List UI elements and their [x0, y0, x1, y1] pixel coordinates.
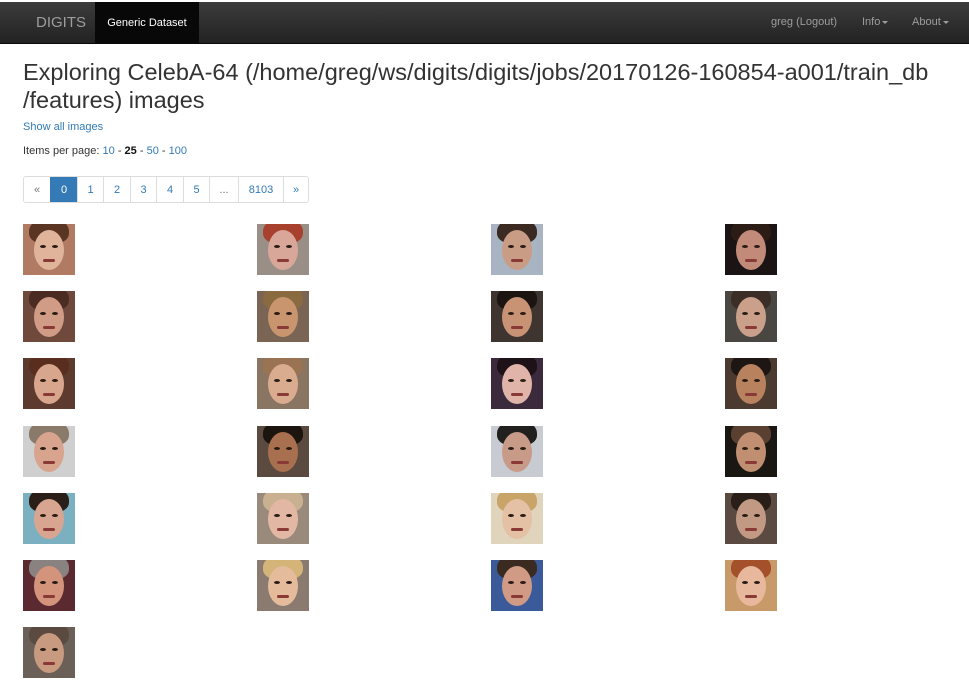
- face-image-thumbnail: [725, 560, 777, 611]
- face-image-thumbnail: [23, 224, 75, 275]
- face-image-thumbnail: [23, 627, 75, 678]
- items-per-page-25-selected: 25: [124, 145, 137, 157]
- brand-link[interactable]: DIGITS: [36, 14, 86, 31]
- face-image-thumbnail: [257, 493, 309, 544]
- face-image-thumbnail: [725, 224, 777, 275]
- nav-info-label: Info: [862, 16, 881, 28]
- pagination-page-4[interactable]: 4: [156, 177, 183, 202]
- nav-about-label: About: [912, 16, 941, 28]
- face-image-thumbnail: [725, 426, 777, 477]
- page-title: Exploring CelebA-64 (/home/greg/ws/digit…: [23, 58, 953, 114]
- face-image-thumbnail: [257, 291, 309, 342]
- face-image-thumbnail: [491, 291, 543, 342]
- face-image-thumbnail: [23, 291, 75, 342]
- face-image-thumbnail: [491, 560, 543, 611]
- separator: -: [161, 145, 166, 157]
- face-image-thumbnail: [23, 358, 75, 409]
- nav-about-dropdown[interactable]: About: [912, 16, 949, 28]
- show-all-images-link[interactable]: Show all images: [23, 121, 103, 133]
- face-image-thumbnail: [491, 493, 543, 544]
- pagination-page-0[interactable]: 0: [50, 177, 77, 202]
- pagination-ellipsis: ...: [209, 177, 238, 202]
- caret-down-icon: [882, 20, 889, 24]
- face-image-thumbnail: [257, 358, 309, 409]
- pagination-page-3[interactable]: 3: [130, 177, 156, 202]
- face-image-thumbnail: [725, 493, 777, 544]
- face-image-thumbnail: [491, 358, 543, 409]
- face-image-thumbnail: [491, 224, 543, 275]
- face-image-thumbnail: [725, 358, 777, 409]
- separator: -: [139, 145, 144, 157]
- pagination-next[interactable]: »: [283, 177, 308, 202]
- page-title-line1: Exploring CelebA-64 (/home/greg/ws/digit…: [23, 59, 929, 85]
- nav-info-dropdown[interactable]: Info: [862, 16, 889, 28]
- pagination-page-5[interactable]: 5: [183, 177, 209, 202]
- pagination-page-1[interactable]: 1: [77, 177, 103, 202]
- face-image-thumbnail: [257, 224, 309, 275]
- page-title-line2: /features) images: [23, 87, 205, 113]
- pagination-prev[interactable]: «: [24, 177, 50, 202]
- caret-down-icon: [942, 20, 949, 24]
- separator: -: [117, 145, 122, 157]
- nav-user-logout[interactable]: greg (Logout): [771, 16, 837, 28]
- face-image-thumbnail: [491, 426, 543, 477]
- pagination-page-8103[interactable]: 8103: [238, 177, 283, 202]
- face-image-thumbnail: [257, 560, 309, 611]
- top-navbar: DIGITS Generic Dataset greg (Logout) Inf…: [0, 2, 969, 44]
- items-per-page-100[interactable]: 100: [169, 145, 187, 157]
- items-per-page-10[interactable]: 10: [103, 145, 115, 157]
- nav-tab-generic-dataset[interactable]: Generic Dataset: [95, 2, 199, 44]
- face-image-thumbnail: [257, 426, 309, 477]
- face-image-thumbnail: [23, 560, 75, 611]
- items-per-page-label: Items per page:: [23, 145, 100, 157]
- items-per-page: Items per page: 10 - 25 - 50 - 100: [23, 145, 187, 157]
- items-per-page-50[interactable]: 50: [147, 145, 159, 157]
- pagination-page-2[interactable]: 2: [103, 177, 130, 202]
- face-image-thumbnail: [23, 493, 75, 544]
- pagination: « 0 1 2 3 4 5 ... 8103 »: [23, 176, 309, 203]
- face-image-thumbnail: [23, 426, 75, 477]
- face-image-thumbnail: [725, 291, 777, 342]
